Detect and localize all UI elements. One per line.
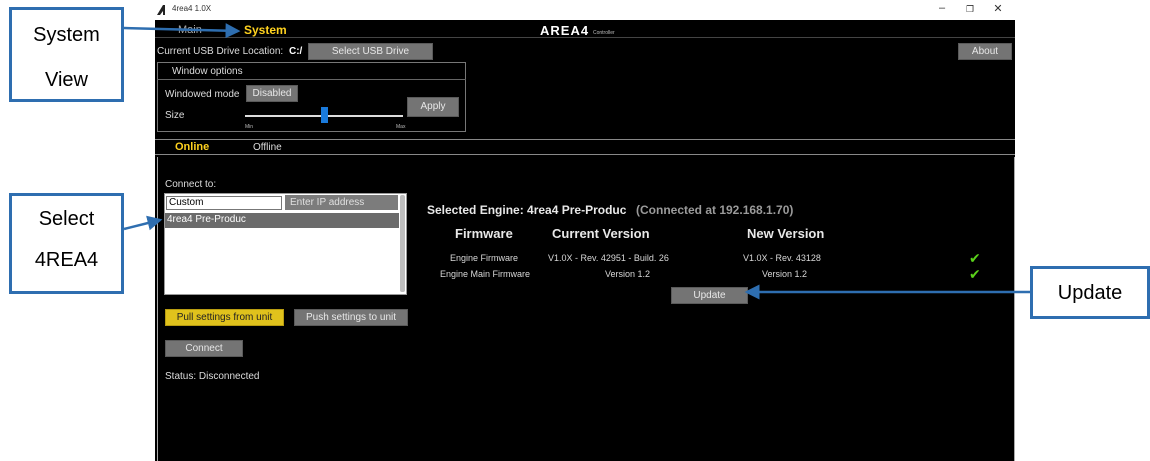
connected-address: (Connected at 192.168.1.70)	[636, 203, 794, 217]
check-icon: ✔	[969, 250, 981, 266]
size-label: Size	[165, 110, 185, 121]
connect-button[interactable]: Connect	[165, 340, 243, 357]
firmware-row-name: Engine Main Firmware	[440, 269, 531, 279]
apply-button[interactable]: Apply	[407, 97, 459, 117]
callout-text: Select	[38, 208, 95, 230]
windowed-mode-label: Windowed mode	[165, 89, 240, 100]
pull-settings-button[interactable]: Pull settings from unit	[165, 309, 284, 326]
update-button[interactable]: Update	[671, 287, 748, 304]
callout-system-view: System View	[9, 7, 124, 102]
window-options-title: Window options	[172, 66, 243, 77]
select-usb-drive-button[interactable]: Select USB Drive	[308, 43, 433, 60]
tab-online[interactable]: Online	[175, 141, 209, 153]
tab-offline[interactable]: Offline	[253, 142, 282, 153]
connection-status: Status: Disconnected	[165, 371, 260, 382]
connect-to-label: Connect to:	[165, 179, 217, 190]
firmware-row-new: V1.0X - Rev. 43128	[743, 253, 821, 263]
column-header-firmware: Firmware	[455, 226, 513, 241]
maximize-icon[interactable]: ❐	[962, 4, 978, 15]
size-slider-handle[interactable]	[320, 107, 328, 123]
push-settings-button[interactable]: Push settings to unit	[294, 309, 408, 326]
callout-text: Update	[1057, 282, 1123, 304]
slider-min-label: Min	[245, 124, 254, 130]
app-logo-icon	[157, 5, 165, 15]
callout-text: View	[45, 69, 88, 91]
ip-address-input[interactable]	[285, 195, 398, 210]
firmware-row-current: Version 1.2	[605, 269, 651, 279]
usb-location-value: C:/	[289, 46, 303, 57]
about-button[interactable]: About	[958, 43, 1012, 60]
list-item-4rea4[interactable]: 4rea4 Pre-Produc	[165, 213, 399, 228]
mode-tab-bar	[155, 139, 1015, 155]
column-header-current-version: Current Version	[552, 226, 650, 241]
firmware-row-name: Engine Firmware	[450, 253, 519, 263]
selected-engine-label: Selected Engine: 4rea4 Pre-Produc	[427, 203, 627, 217]
column-header-new-version: New Version	[747, 226, 825, 241]
tab-system[interactable]: System	[244, 23, 287, 37]
windowed-mode-dropdown[interactable]: Disabled	[246, 85, 298, 102]
logo-subtitle: Controller	[593, 30, 615, 36]
window-titlebar	[157, 0, 1017, 20]
list-item-custom[interactable]: Custom	[166, 196, 282, 210]
minimize-icon[interactable]: –	[934, 2, 950, 14]
callout-text: 4REA4	[34, 249, 99, 271]
usb-location-label: Current USB Drive Location:	[157, 46, 284, 57]
callout-select-4rea4: Select 4REA4	[9, 193, 124, 294]
slider-max-label: Max	[396, 124, 406, 130]
tab-main[interactable]: Main	[178, 24, 202, 36]
area4-logo: AREA4	[540, 23, 590, 38]
check-icon: ✔	[969, 266, 981, 282]
firmware-row-new: Version 1.2	[762, 269, 808, 279]
close-icon[interactable]: ✕	[990, 2, 1006, 15]
list-scrollbar[interactable]	[400, 195, 405, 292]
window-title: 4rea4 1.0X	[172, 4, 212, 13]
callout-update: Update	[1030, 266, 1150, 319]
firmware-row-current: V1.0X - Rev. 42951 - Build. 26	[548, 253, 669, 263]
callout-text: System	[33, 24, 100, 46]
